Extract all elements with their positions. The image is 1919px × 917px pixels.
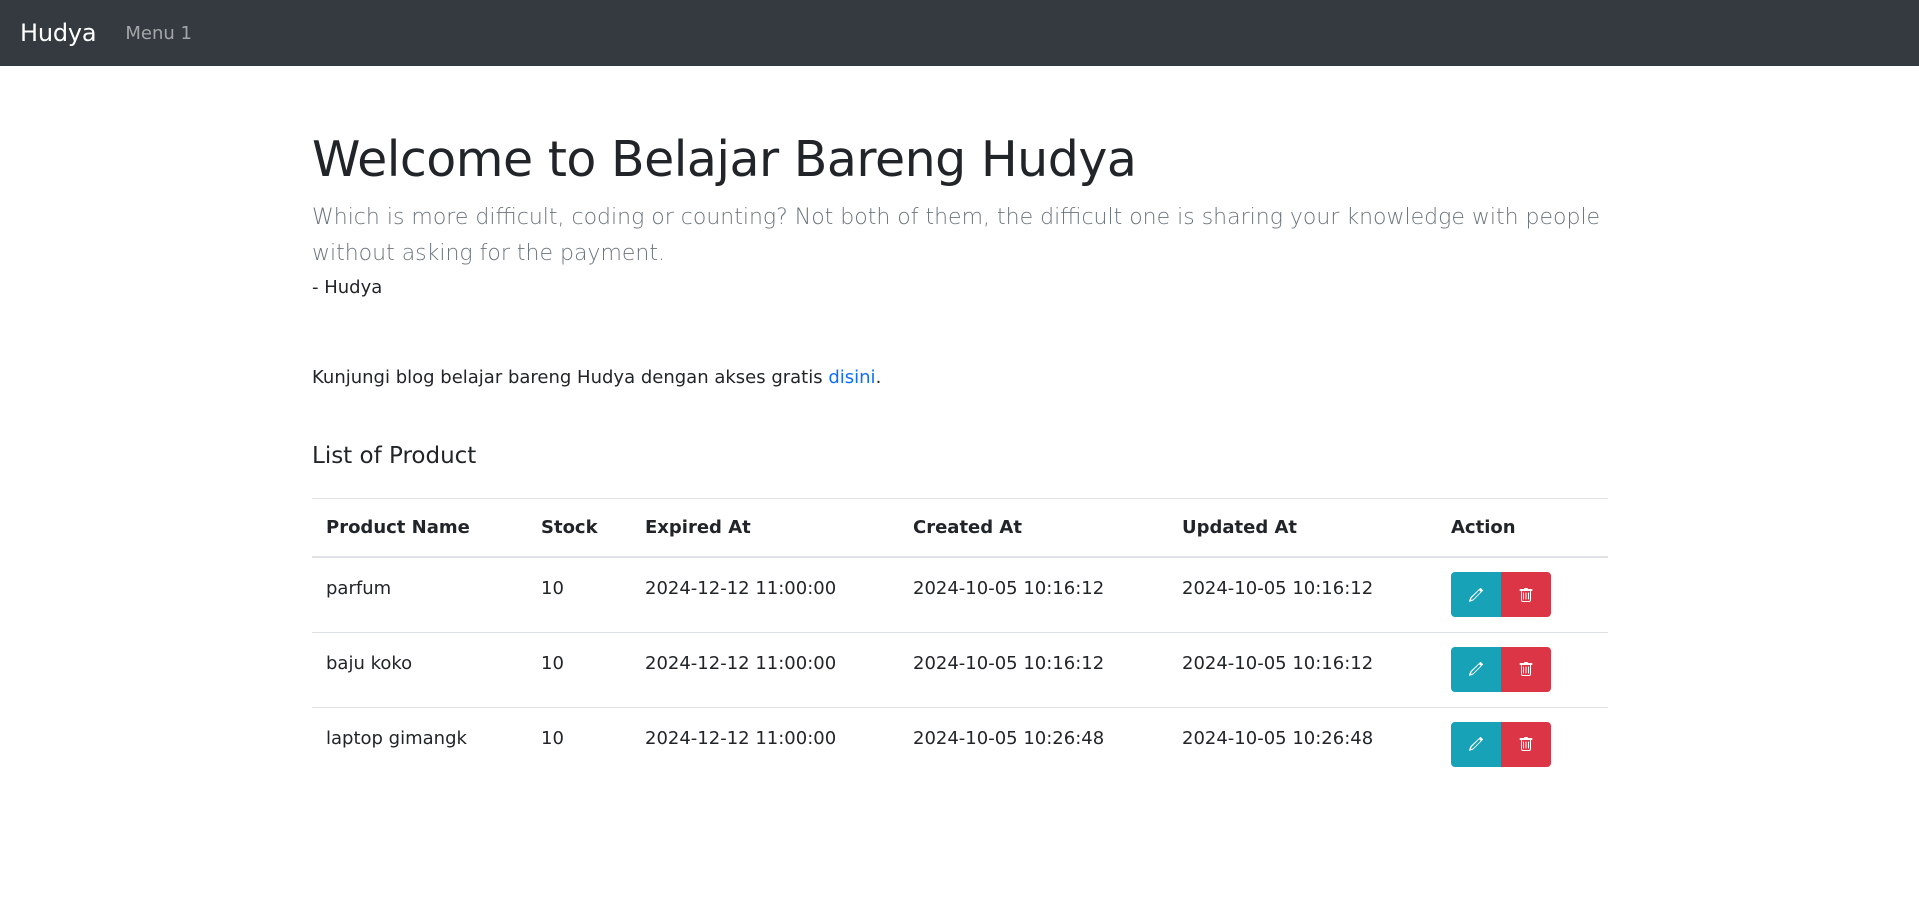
cell-product-name: parfum — [312, 557, 527, 633]
pencil-icon — [1469, 662, 1483, 677]
cell-product-name: laptop gimangk — [326, 727, 467, 749]
cell-updated-at: 2024-10-05 10:16:12 — [1168, 557, 1437, 633]
top-navbar: Hudya Menu 1 — [0, 0, 1919, 66]
header-expired-at: Expired At — [631, 497, 899, 559]
header-product-name: Product Name — [312, 497, 527, 559]
trash-icon — [1519, 587, 1533, 602]
cell-expired-at: 2024-12-12 11:00:00 — [645, 727, 837, 749]
cell-updated-at: 2024-10-05 10:26:48 — [1182, 727, 1374, 749]
cell-product-name: baju koko — [312, 632, 527, 708]
blog-link[interactable]: disini — [828, 367, 875, 388]
table-row: parfum 10 2024-12-12 11:00:00 2024-10-05… — [312, 557, 1608, 633]
delete-button[interactable] — [1501, 721, 1551, 767]
main-container: Welcome to Belajar Bareng Hudya Which is… — [312, 66, 1608, 782]
header-updated-at: Updated At — [1168, 497, 1437, 559]
product-table: Product Name Stock Expired At Created At… — [312, 497, 1608, 783]
cell-expired-at: 2024-12-12 11:00:00 — [631, 632, 899, 708]
edit-button[interactable] — [1451, 721, 1501, 767]
cell-created-at: 2024-10-05 10:16:12 — [899, 632, 1168, 708]
cell-created-at: 2024-10-05 10:16:12 — [899, 557, 1168, 633]
cell-expired-at: 2024-12-12 11:00:00 — [631, 557, 899, 633]
blog-text: Kunjungi blog belajar bareng Hudya denga… — [312, 366, 829, 388]
header-action: Action — [1437, 497, 1608, 559]
blog-paragraph: Kunjungi blog belajar bareng Hudya denga… — [312, 364, 1608, 392]
cell-actions — [1437, 707, 1608, 782]
edit-button[interactable] — [1451, 572, 1501, 618]
brand-link[interactable]: Hudya — [20, 19, 97, 47]
delete-button[interactable] — [1501, 572, 1551, 618]
page-title: Welcome to Belajar Bareng Hudya — [312, 131, 1137, 188]
trash-icon — [1519, 737, 1533, 752]
table-header-row: Product Name Stock Expired At Created At… — [312, 497, 1608, 559]
header-stock: Stock — [527, 497, 631, 559]
cell-stock: 10 — [527, 557, 631, 633]
pencil-icon — [1469, 587, 1483, 602]
cell-stock: 10 — [541, 727, 564, 749]
trash-icon — [1519, 662, 1533, 677]
blog-suffix: . — [875, 366, 882, 388]
cell-created-at: 2024-10-05 10:26:48 — [913, 727, 1105, 749]
cell-actions — [1437, 557, 1608, 633]
product-list-title: List of Product — [312, 442, 477, 469]
delete-button[interactable] — [1501, 646, 1551, 692]
table-row: baju koko 10 2024-12-12 11:00:00 2024-10… — [312, 632, 1608, 708]
cell-stock: 10 — [527, 632, 631, 708]
nav-menu-1[interactable]: Menu 1 — [125, 23, 192, 44]
header-created-at: Created At — [899, 497, 1168, 559]
edit-button[interactable] — [1451, 646, 1501, 692]
cell-actions — [1437, 632, 1608, 708]
cell-updated-at: 2024-10-05 10:16:12 — [1168, 632, 1437, 708]
pencil-icon — [1469, 737, 1483, 752]
quote-text: Which is more difficult, coding or count… — [312, 204, 1601, 266]
quote-author: - Hudya — [312, 276, 383, 298]
table-row: laptop gimangk 10 2024-12-12 11:00:00 20… — [312, 707, 1608, 782]
